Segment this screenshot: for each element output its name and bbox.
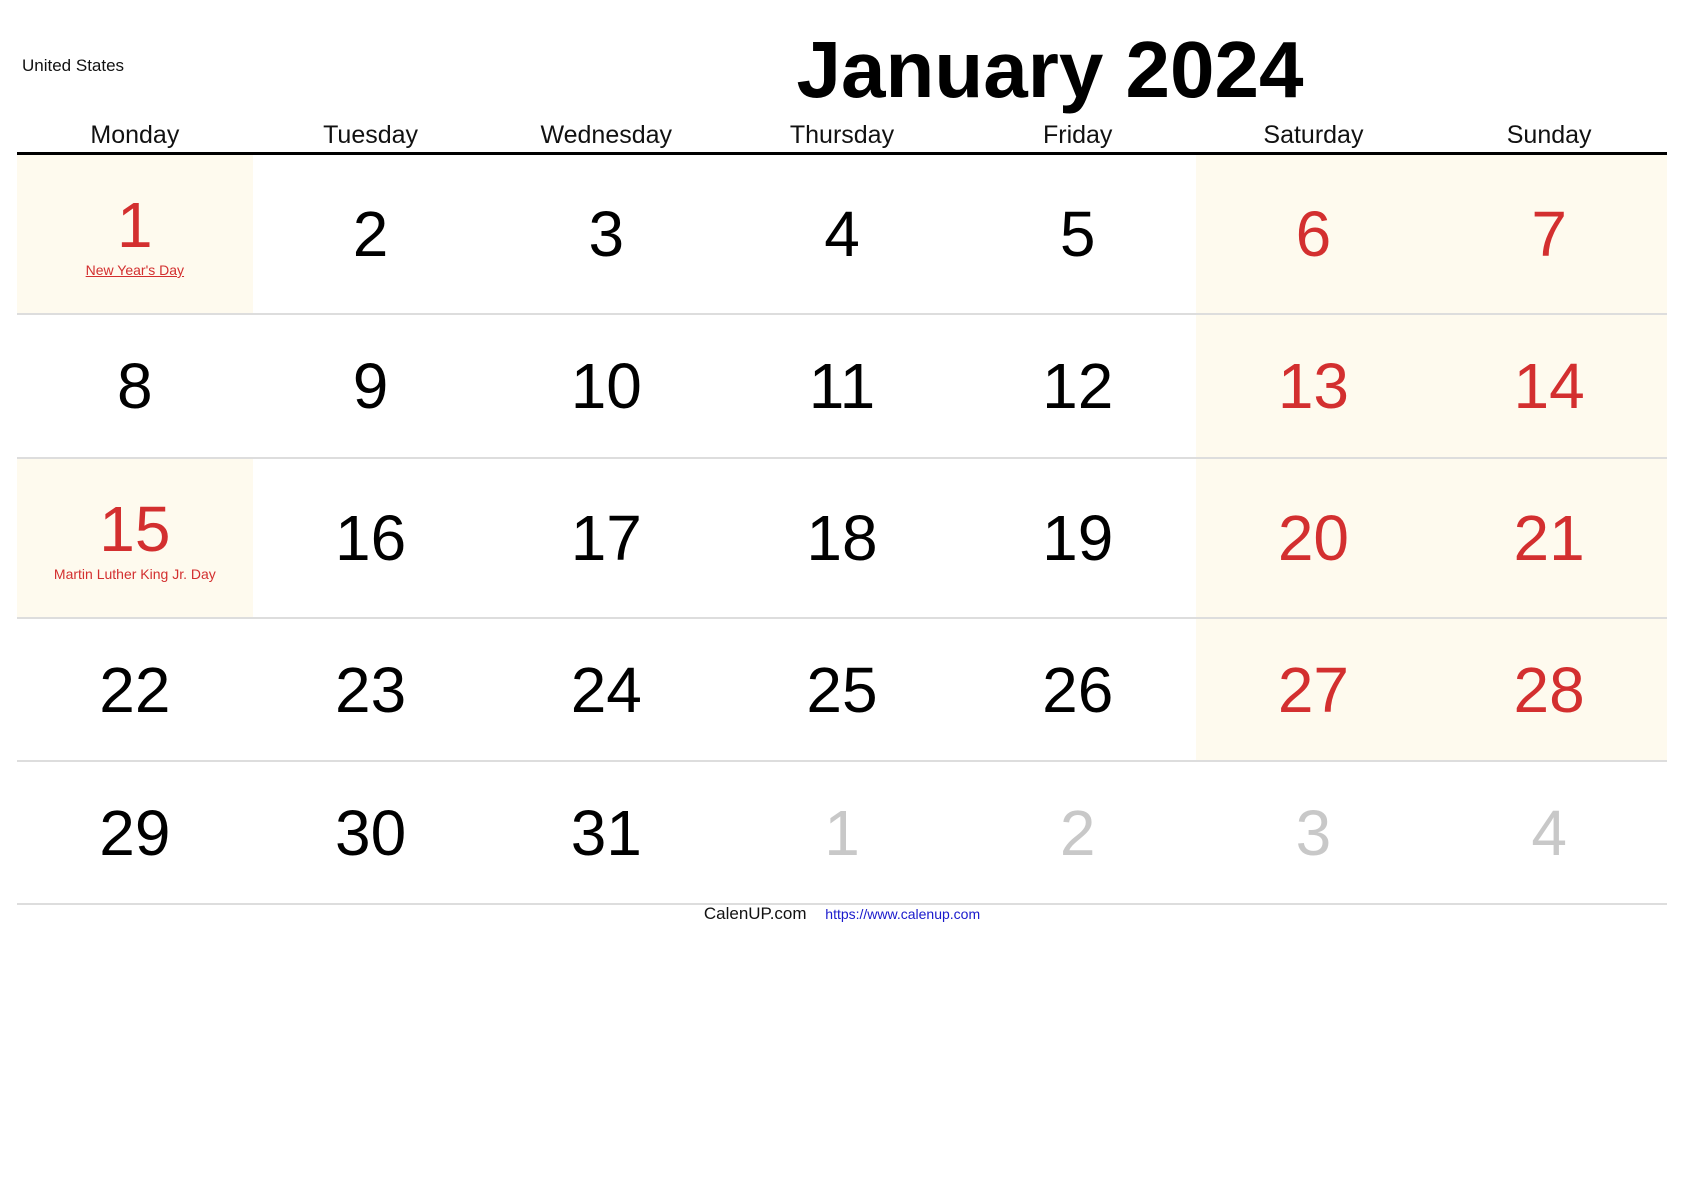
day-number: 30 — [334, 796, 407, 869]
day-number: 6 — [1295, 198, 1332, 270]
day-cell[interactable]: 15 Martin Luther King Jr. Day — [17, 459, 253, 617]
day-number: 13 — [1277, 350, 1350, 422]
day-cell[interactable]: 8 — [17, 315, 253, 457]
day-cell[interactable]: 5 — [960, 155, 1196, 313]
footer-site-name: CalenUP.com — [703, 904, 807, 923]
day-number: 14 — [1513, 350, 1585, 422]
day-cell[interactable]: 31 — [488, 762, 724, 903]
day-number: 27 — [1277, 653, 1350, 726]
day-number: 15 — [99, 493, 171, 565]
day-cell[interactable]: 19 — [960, 459, 1196, 617]
day-number: 16 — [334, 502, 407, 574]
day-number: 19 — [1042, 502, 1114, 574]
day-number: 20 — [1277, 502, 1350, 574]
day-number: 22 — [99, 653, 171, 726]
day-cell[interactable]: 11 — [724, 315, 960, 457]
day-cell[interactable]: 2 — [253, 155, 489, 313]
day-cell[interactable]: 4 — [1431, 762, 1667, 903]
day-cell[interactable]: 1 New Year's Day — [17, 155, 253, 313]
country-label: United States — [22, 56, 125, 75]
day-cell[interactable]: 9 — [253, 315, 489, 457]
day-number: 1 — [824, 796, 860, 869]
day-number: 10 — [570, 350, 642, 422]
day-cell[interactable]: 13 — [1195, 315, 1432, 457]
day-number: 3 — [588, 198, 625, 270]
footer: CalenUP.com https://www.calenup.com — [0, 904, 1684, 924]
day-cell[interactable]: 12 — [960, 315, 1196, 457]
day-number: 21 — [1513, 502, 1585, 574]
day-cell[interactable]: 3 — [488, 155, 724, 313]
day-number: 2 — [1059, 796, 1096, 869]
day-cell[interactable]: 27 — [1195, 619, 1432, 760]
footer-url-link[interactable]: https://www.calenup.com — [825, 906, 980, 922]
day-cell[interactable]: 14 — [1431, 315, 1667, 457]
weekday-header: Monday Tuesday Wednesday Thursday Friday… — [17, 118, 1667, 155]
day-cell[interactable]: 23 — [253, 619, 489, 760]
day-cell[interactable]: 28 — [1431, 619, 1667, 760]
weekday-wednesday: Wednesday — [540, 121, 673, 149]
day-cell[interactable]: 1 — [724, 762, 960, 903]
day-number: 26 — [1042, 653, 1114, 726]
week-row: 8 9 10 11 12 13 14 — [17, 315, 1667, 459]
day-number: 7 — [1531, 198, 1567, 270]
week-row: 1 New Year's Day 2 3 4 5 6 7 — [17, 155, 1667, 315]
day-cell[interactable]: 29 — [17, 762, 253, 903]
weekday-friday: Friday — [1042, 121, 1113, 149]
day-number: 5 — [1059, 198, 1096, 270]
day-number: 4 — [1531, 796, 1567, 869]
day-cell[interactable]: 16 — [253, 459, 489, 617]
weekday-tuesday: Tuesday — [323, 121, 419, 149]
day-cell[interactable]: 4 — [724, 155, 960, 313]
day-number: 12 — [1042, 350, 1114, 422]
month-title: January 2024 — [796, 25, 1304, 114]
week-row: 22 23 24 25 26 27 28 — [17, 619, 1667, 762]
weekday-sunday: Sunday — [1506, 121, 1592, 149]
week-row: 15 Martin Luther King Jr. Day 16 17 18 19 20 21 — [17, 459, 1667, 619]
day-cell[interactable]: 20 — [1195, 459, 1432, 617]
day-number: 9 — [352, 350, 389, 422]
day-cell[interactable]: 22 — [17, 619, 253, 760]
day-number: 2 — [352, 198, 389, 270]
day-cell[interactable]: 26 — [960, 619, 1196, 760]
day-cell[interactable]: 7 — [1431, 155, 1667, 313]
day-cell[interactable]: 17 — [488, 459, 724, 617]
holiday-label: Martin Luther King Jr. Day — [53, 566, 216, 582]
day-number: 3 — [1295, 796, 1332, 869]
day-cell[interactable]: 30 — [253, 762, 489, 903]
weekday-monday: Monday — [90, 121, 180, 149]
day-number: 25 — [806, 653, 878, 726]
calendar-grid: 1 New Year's Day 2 3 4 5 6 7 8 9 10 11 12 13 14 15 Marti… — [17, 155, 1667, 905]
day-cell[interactable]: 24 — [488, 619, 724, 760]
week-row: 29 30 31 1 2 3 4 — [17, 762, 1667, 905]
day-number: 11 — [808, 350, 876, 422]
weekday-thursday: Thursday — [789, 121, 895, 149]
day-number: 29 — [99, 796, 171, 869]
day-number: 18 — [806, 502, 878, 574]
day-number: 4 — [824, 198, 860, 270]
day-number: 24 — [570, 653, 642, 726]
day-number: 28 — [1513, 653, 1585, 726]
day-number: 17 — [570, 502, 642, 574]
holiday-label[interactable]: New Year's Day — [86, 262, 184, 278]
day-cell[interactable]: 18 — [724, 459, 960, 617]
day-number: 8 — [117, 350, 153, 422]
weekday-saturday: Saturday — [1263, 121, 1364, 149]
day-cell[interactable]: 3 — [1196, 762, 1432, 903]
day-cell[interactable]: 2 — [960, 762, 1196, 903]
day-cell[interactable]: 21 — [1431, 459, 1667, 617]
day-number: 1 — [117, 189, 153, 261]
day-cell[interactable]: 6 — [1195, 155, 1432, 313]
day-number: 31 — [570, 796, 642, 869]
day-cell[interactable]: 10 — [488, 315, 724, 457]
day-cell[interactable]: 25 — [724, 619, 960, 760]
day-number: 23 — [334, 653, 407, 726]
